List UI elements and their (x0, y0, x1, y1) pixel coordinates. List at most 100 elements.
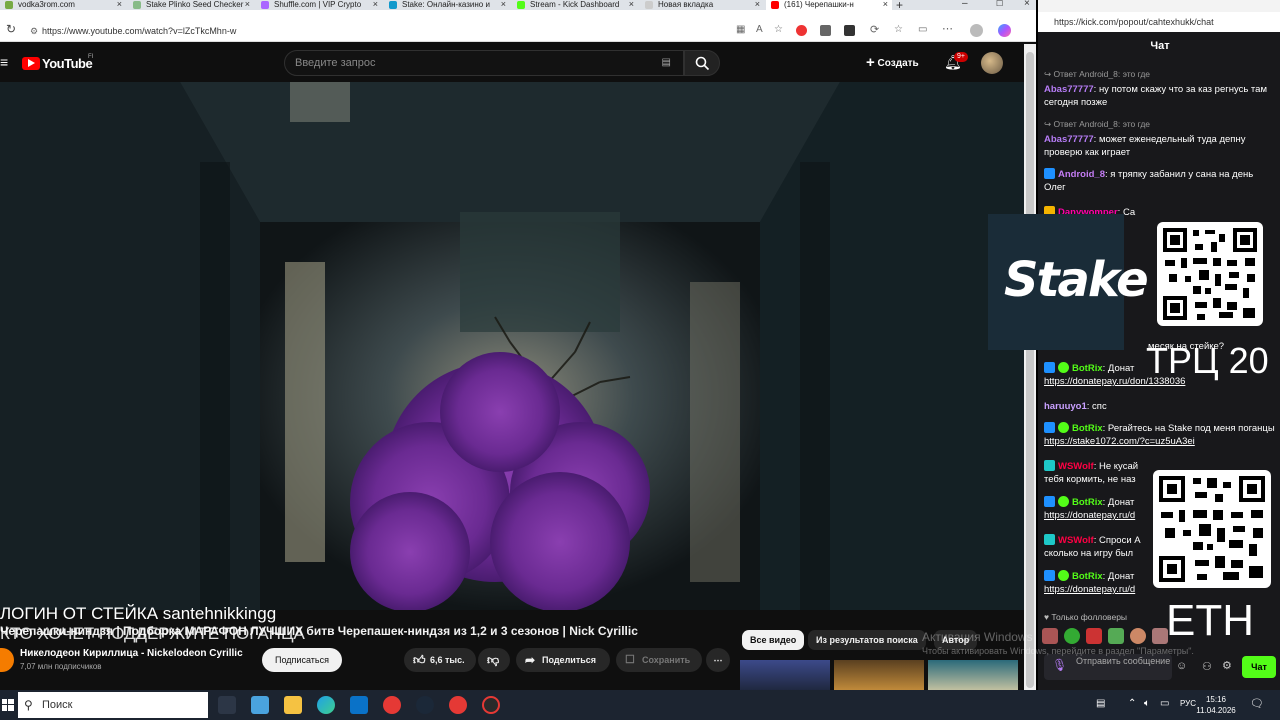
emote-icon[interactable] (1130, 628, 1146, 644)
chat-username[interactable]: Android_8 (1058, 169, 1105, 180)
emote-icon[interactable] (1064, 628, 1080, 644)
yandex-browser-icon[interactable] (449, 696, 467, 714)
chat-username[interactable]: WSWolf (1058, 535, 1094, 546)
task-view-icon[interactable] (218, 696, 236, 714)
obs-icon[interactable] (482, 696, 500, 714)
share-button[interactable]: ➦ Поделиться (516, 648, 610, 672)
chat-username[interactable]: BotRix (1072, 363, 1103, 374)
browser-tab[interactable]: Stream - Kick Dashboard × (512, 0, 638, 10)
browser-tab-active[interactable]: (161) Черепашки-н × (766, 0, 892, 10)
settings-icon[interactable]: ⚙ (1222, 659, 1232, 672)
keyboard-icon[interactable]: ▤ (662, 51, 671, 75)
refresh-extension-icon[interactable]: ⟳ (870, 23, 879, 36)
play-triangle-icon (28, 59, 35, 67)
tray-chevron-icon[interactable]: ⌃ (1128, 698, 1136, 709)
chat-link[interactable]: https://donatepay.ru/d (1044, 510, 1135, 521)
chat-username[interactable]: BotRix (1072, 423, 1103, 434)
emote-icon[interactable] (1086, 628, 1102, 644)
extension-icon[interactable] (796, 25, 807, 36)
emoji-icon[interactable]: ☺ (1176, 660, 1187, 672)
file-explorer-icon[interactable] (284, 696, 302, 714)
save-button[interactable]: ☐ Сохранить (616, 648, 702, 672)
close-icon[interactable]: × (883, 0, 888, 9)
youtube-header: ≡ YouTube FI Введите запрос ▤ + Создать … (0, 44, 1036, 82)
users-icon[interactable]: ⚇ (1202, 660, 1212, 673)
minimize-icon[interactable]: – (962, 0, 968, 9)
recommended-thumbnail[interactable] (740, 660, 830, 690)
taskbar-search[interactable]: ⚲ Поиск (18, 692, 208, 718)
search-button[interactable] (684, 50, 720, 76)
browser-tab[interactable]: Stake: Онлайн-казино и × (384, 0, 510, 10)
close-icon[interactable]: × (117, 0, 122, 9)
menu-icon[interactable]: ≡ (0, 54, 8, 70)
subscribe-button[interactable]: Подписаться (262, 648, 342, 672)
close-icon[interactable]: × (501, 0, 506, 9)
chat-username[interactable]: Abas77777 (1044, 134, 1094, 145)
network-icon[interactable]: ▭ (1160, 698, 1169, 709)
chat-username[interactable]: WSWolf (1058, 461, 1094, 472)
browser-tab[interactable]: Stake Plinko Seed Checker × (128, 0, 254, 10)
chip-from-search[interactable]: Из результатов поиска (808, 630, 926, 650)
chat-username[interactable]: haruuyo1 (1044, 401, 1087, 412)
new-tab-button[interactable]: + (896, 0, 903, 10)
channel-name[interactable]: Никелодеон Кириллица - Nickelodeon Cyril… (20, 648, 243, 659)
microphone-icon[interactable]: 🎙︎ (1052, 659, 1067, 671)
kick-url-field[interactable]: https://kick.com/popout/cahtexhukk/chat (1038, 12, 1280, 32)
close-icon[interactable]: × (373, 0, 378, 9)
close-icon[interactable]: × (245, 0, 250, 9)
recommended-thumbnail[interactable] (928, 660, 1018, 690)
emote-icon[interactable] (1042, 628, 1058, 644)
more-actions-button[interactable]: ⋯ (706, 648, 730, 672)
notifications-button[interactable]: 🔔︎ 9+ (944, 52, 968, 72)
emote-icon[interactable] (1108, 628, 1124, 644)
channel-avatar[interactable] (0, 648, 14, 672)
close-window-icon[interactable]: × (1024, 0, 1030, 9)
extension-icon[interactable] (844, 25, 855, 36)
browser-tab[interactable]: Новая вкладка × (640, 0, 764, 10)
edge-icon[interactable] (317, 696, 335, 714)
site-info-icon[interactable]: ⚙ (30, 22, 38, 40)
chat-username[interactable]: BotRix (1072, 571, 1103, 582)
clock[interactable]: 15:16 11.04.2026 (1194, 694, 1238, 716)
favorite-icon[interactable]: ☆ (774, 24, 783, 35)
reload-icon[interactable]: ↻ (6, 22, 16, 36)
avatar[interactable] (981, 52, 1003, 74)
keyboard-icon[interactable]: ▤ (1096, 698, 1105, 709)
chat-link[interactable]: https://stake1072.com/?c=uz5uA3ei (1044, 436, 1195, 447)
notification-center-icon[interactable]: 🗨︎ (1250, 697, 1264, 710)
like-button[interactable]: 👍︎ 6,6 тыс. (404, 648, 476, 672)
recommended-thumbnail[interactable] (834, 660, 924, 690)
maximize-icon[interactable]: ☐ (996, 0, 1003, 8)
close-icon[interactable]: × (629, 0, 634, 9)
profile-icon[interactable] (970, 24, 983, 37)
page-scrollbar[interactable] (1024, 44, 1036, 690)
favorites-list-icon[interactable]: ☆ (894, 24, 903, 35)
search-input[interactable]: Введите запрос ▤ (284, 50, 684, 76)
chat-username[interactable]: Abas77777 (1044, 84, 1094, 95)
close-icon[interactable]: × (755, 0, 760, 9)
chat-link[interactable]: https://donatepay.ru/d (1044, 584, 1135, 595)
dislike-button[interactable]: 👎︎ (478, 648, 510, 672)
create-button[interactable]: + Создать (866, 54, 919, 72)
volume-icon[interactable]: 🔈︎ (1144, 698, 1150, 709)
copilot-icon[interactable] (998, 24, 1011, 37)
widgets-icon[interactable] (251, 696, 269, 714)
url-field[interactable]: ⚙ https://www.youtube.com/watch?v=lZcTkc… (30, 22, 730, 40)
send-chat-button[interactable]: Чат (1242, 656, 1276, 678)
translate-icon[interactable]: A (756, 24, 763, 35)
windows-start-icon[interactable] (2, 699, 14, 711)
more-icon[interactable]: ⋯ (942, 22, 953, 35)
mail-icon[interactable] (350, 696, 368, 714)
collections-icon[interactable]: ▭ (918, 24, 927, 35)
steam-icon[interactable] (416, 696, 434, 714)
browser-tab[interactable]: vodka3rom.com × (0, 0, 126, 10)
extension-icon[interactable] (820, 25, 831, 36)
chat-username[interactable]: BotRix (1072, 497, 1103, 508)
video-player[interactable] (0, 82, 1024, 610)
scrollbar-thumb[interactable] (1026, 52, 1034, 688)
yandex-icon[interactable] (383, 696, 401, 714)
browser-tab[interactable]: Shuffle.com | VIP Crypto × (256, 0, 382, 10)
chip-all-videos[interactable]: Все видео (742, 630, 805, 650)
reader-icon[interactable]: ▦ (736, 24, 745, 35)
chat-message-input[interactable]: 🎙︎ Отправить сообщение (1044, 654, 1172, 680)
